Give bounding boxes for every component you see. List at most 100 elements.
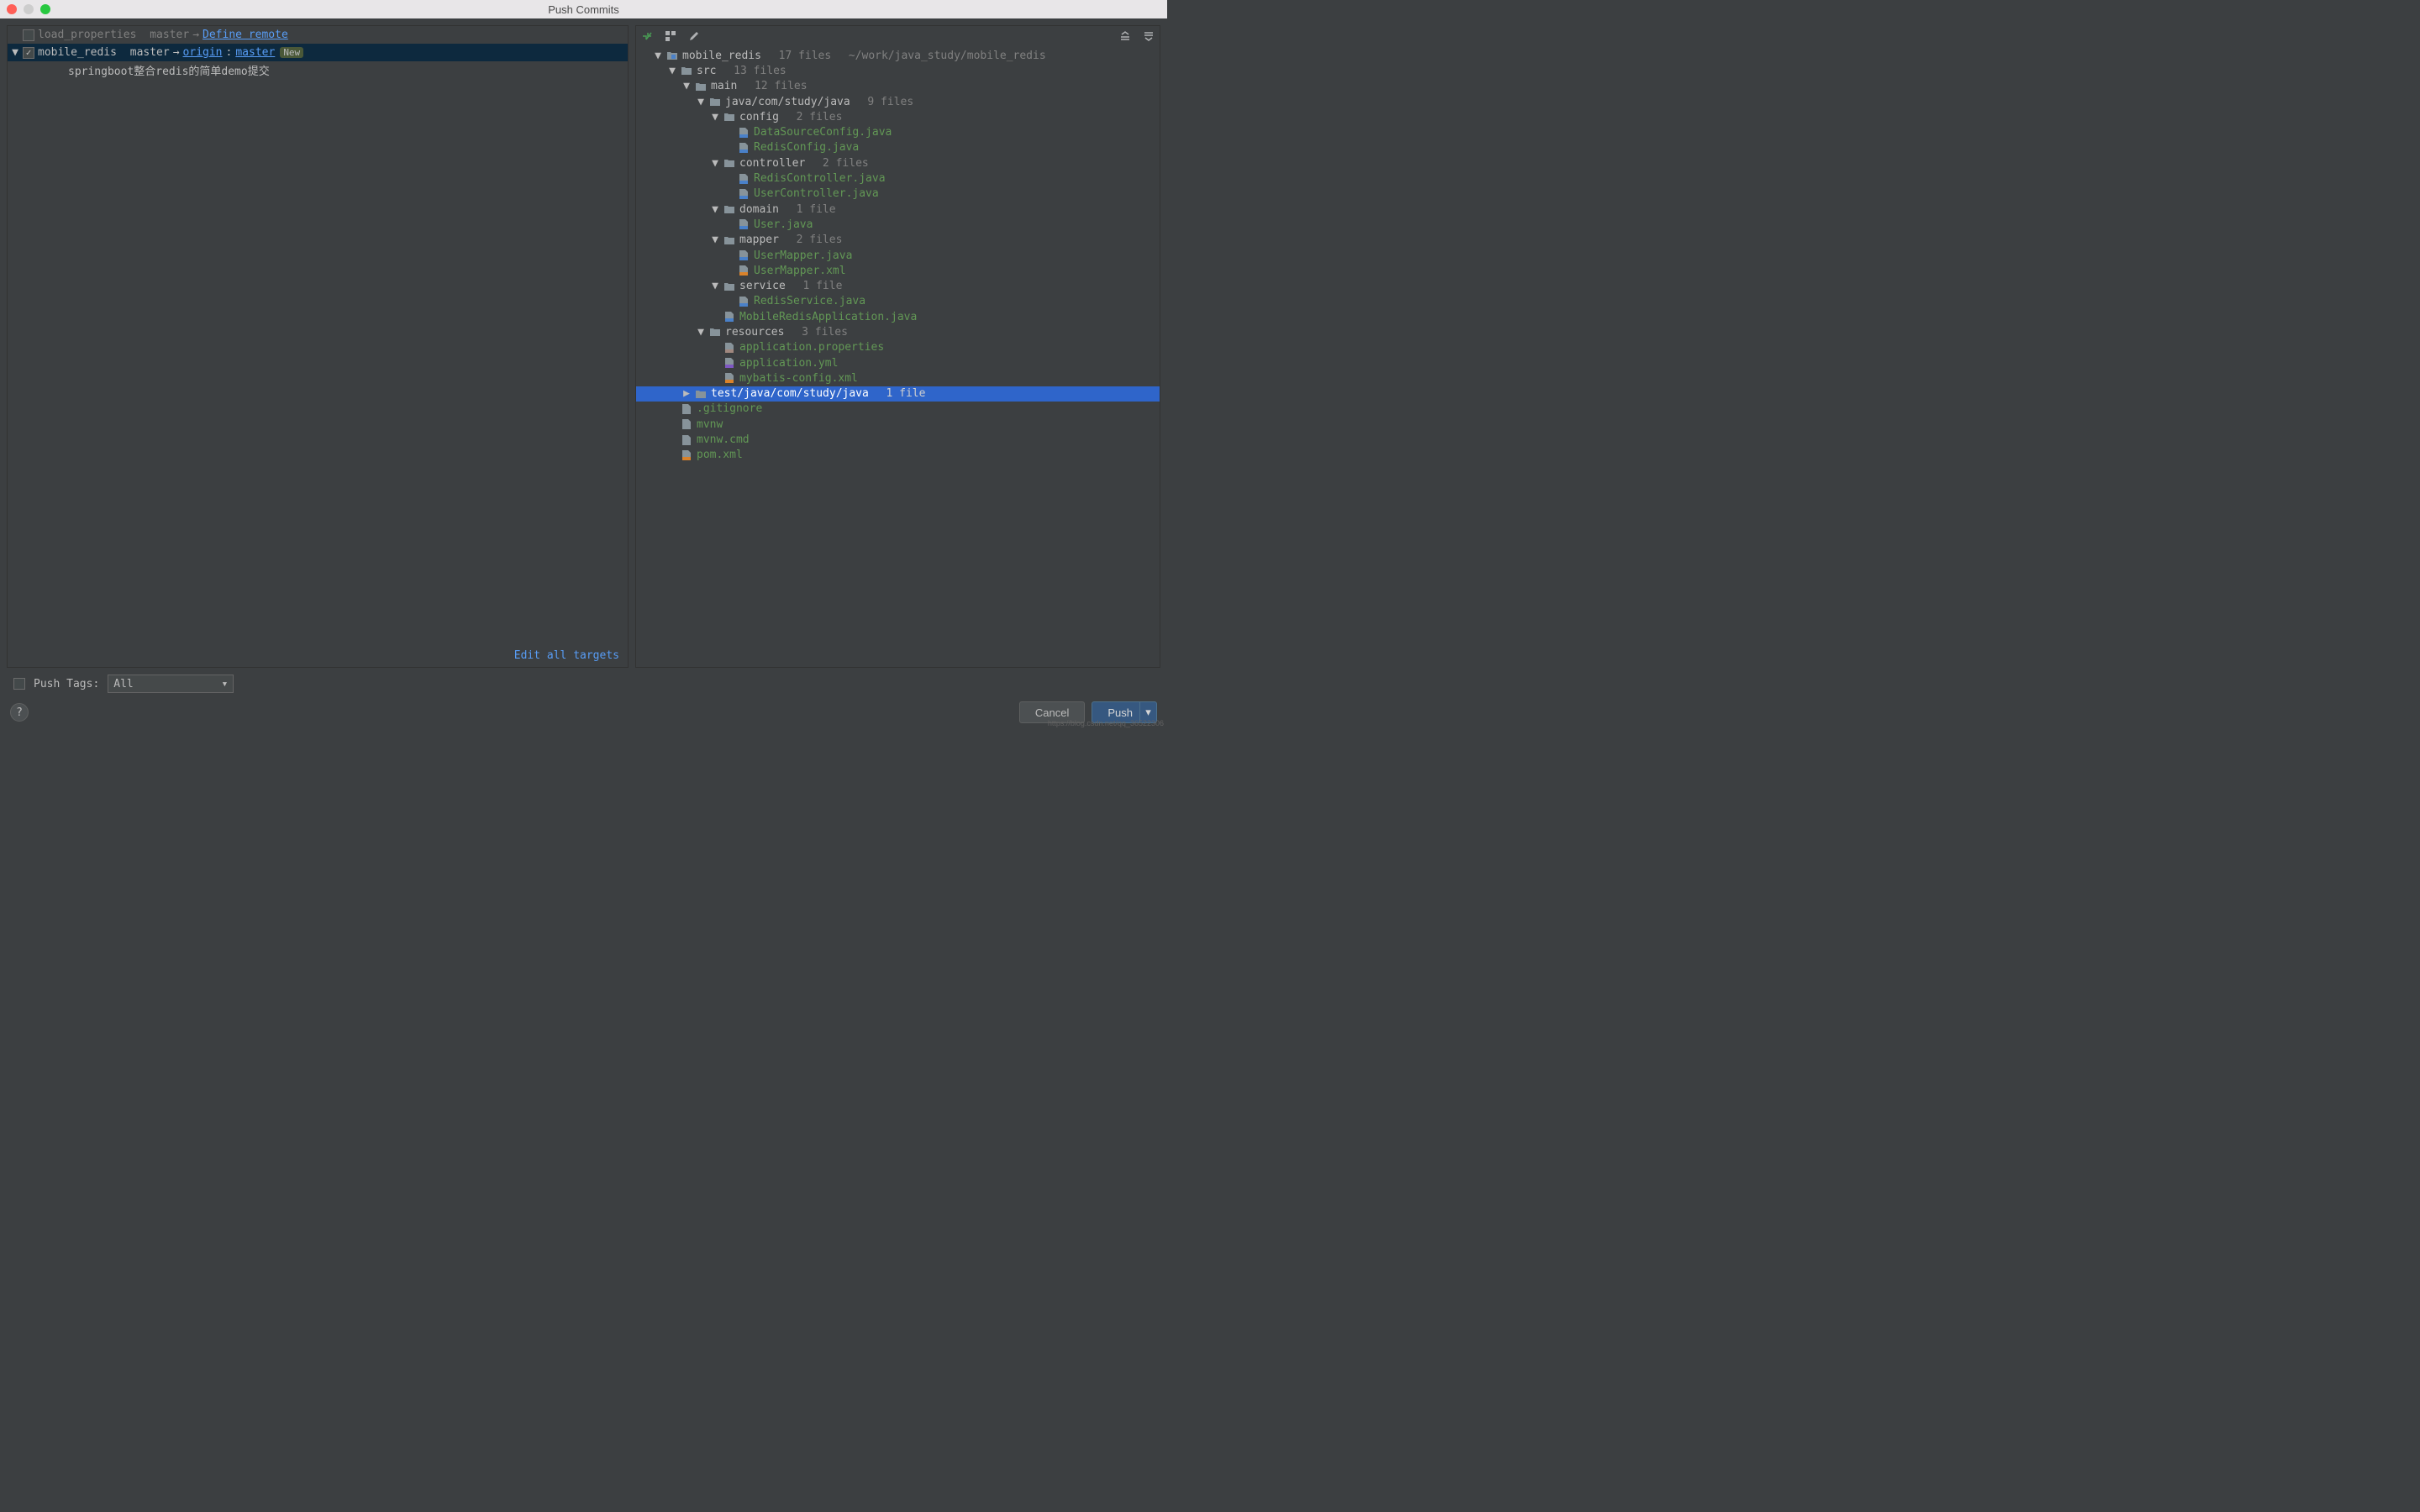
expand-icon[interactable]: ▶ — [682, 390, 691, 398]
expand-all-icon[interactable] — [1118, 29, 1133, 44]
module-checkbox[interactable] — [23, 29, 34, 41]
tree-row[interactable]: ▼service 1 file — [636, 278, 1160, 293]
collapse-icon[interactable]: ▼ — [697, 328, 705, 336]
collapse-icon[interactable]: ▼ — [654, 51, 662, 60]
tree-row[interactable]: User.java — [636, 217, 1160, 232]
node-count: 13 files — [720, 65, 786, 77]
folder-icon — [681, 66, 692, 76]
file-icon — [681, 404, 692, 414]
node-name: mybatis-config.xml — [739, 372, 858, 385]
node-count: 2 files — [783, 234, 842, 246]
node-name: RedisConfig.java — [754, 141, 859, 154]
folder-icon — [723, 204, 735, 214]
node-name: domain — [739, 203, 779, 216]
arrow-icon: → — [192, 29, 199, 41]
node-name: main — [711, 80, 737, 92]
minimize-window-button[interactable] — [24, 4, 34, 14]
edit-all-targets-link[interactable]: Edit all targets — [514, 649, 619, 662]
group-by-icon[interactable] — [663, 29, 678, 44]
file-icon — [738, 189, 750, 199]
tree-row-root[interactable]: ▼mobile_redis 17 files ~/work/java_study… — [636, 48, 1160, 63]
tree-row[interactable]: ▼main 12 files — [636, 79, 1160, 94]
node-name: config — [739, 111, 779, 123]
collapse-icon[interactable]: ▼ — [711, 159, 719, 167]
tree-row[interactable]: RedisConfig.java — [636, 140, 1160, 155]
node-name: DataSourceConfig.java — [754, 126, 892, 139]
expand-icon — [11, 31, 19, 39]
tree-row[interactable]: ▼config 2 files — [636, 109, 1160, 124]
tree-row[interactable]: mvnw — [636, 417, 1160, 432]
push-tags-combo[interactable]: All ▾ — [108, 675, 234, 693]
tree-row[interactable]: ▼ controller 2 files — [636, 155, 1160, 171]
collapse-icon[interactable]: ▼ — [11, 49, 19, 57]
tree-row[interactable]: mybatis-config.xml — [636, 370, 1160, 386]
node-count: 2 files — [809, 157, 868, 170]
tree-row[interactable]: ▶test/java/com/study/java 1 file — [636, 386, 1160, 402]
remote-name-link[interactable]: origin — [183, 46, 223, 59]
collapse-icon[interactable]: ▼ — [697, 97, 705, 106]
define-remote-link[interactable]: Define remote — [203, 29, 288, 41]
node-name: UserController.java — [754, 187, 879, 200]
tree-row[interactable]: UserMapper.java — [636, 248, 1160, 263]
tree-row[interactable]: ▼resources 3 files — [636, 324, 1160, 339]
close-window-button[interactable] — [7, 4, 17, 14]
changes-toolbar — [636, 26, 1160, 46]
arrow-icon: → — [173, 46, 180, 59]
module-icon — [666, 50, 678, 60]
collapse-all-icon[interactable] — [1141, 29, 1156, 44]
collapse-icon[interactable]: ▼ — [711, 205, 719, 213]
tree-row[interactable]: ▼ domain 1 file — [636, 202, 1160, 217]
titlebar: Push Commits — [0, 0, 1167, 18]
module-checkbox[interactable] — [23, 47, 34, 59]
node-name: pom.xml — [697, 449, 743, 461]
commit-message[interactable]: springboot整合redis的简单demo提交 — [8, 61, 628, 79]
file-icon — [738, 219, 750, 229]
tree-row[interactable]: mvnw.cmd — [636, 432, 1160, 447]
tree-row[interactable]: application.properties — [636, 340, 1160, 355]
collapse-icon[interactable]: ▼ — [682, 82, 691, 91]
node-name: RedisService.java — [754, 295, 865, 307]
zoom-window-button[interactable] — [40, 4, 50, 14]
tree-row[interactable]: pom.xml — [636, 448, 1160, 463]
tree-row[interactable]: ▼src 13 files — [636, 63, 1160, 78]
node-name: controller — [739, 157, 805, 170]
node-name: mapper — [739, 234, 779, 246]
tree-row[interactable]: .gitignore — [636, 402, 1160, 417]
collapse-icon[interactable]: ▼ — [711, 113, 719, 121]
tree-row[interactable]: UserController.java — [636, 186, 1160, 202]
remote-branch-link[interactable]: master — [235, 46, 275, 59]
left-footer: Edit all targets — [8, 644, 628, 667]
folder-icon — [695, 81, 707, 92]
tree-row[interactable]: UserMapper.xml — [636, 263, 1160, 278]
edit-icon[interactable] — [687, 29, 702, 44]
node-name: MobileRedisApplication.java — [739, 311, 917, 323]
new-badge: New — [280, 47, 303, 58]
folder-icon — [723, 235, 735, 245]
collapse-icon[interactable]: ▼ — [668, 66, 676, 75]
file-icon — [723, 373, 735, 383]
tree-row[interactable]: ▼java/com/study/java 9 files — [636, 94, 1160, 109]
module-row-load-properties[interactable]: load_properties master → Define remote — [8, 26, 628, 44]
node-count: 1 file — [873, 387, 926, 400]
collapse-icon[interactable]: ▼ — [711, 282, 719, 291]
node-name: resources — [725, 326, 784, 339]
tree-row[interactable]: MobileRedisApplication.java — [636, 309, 1160, 324]
push-tags-checkbox[interactable] — [13, 678, 25, 690]
help-button[interactable]: ? — [10, 703, 29, 722]
tree-row[interactable]: ▼ mapper 2 files — [636, 233, 1160, 248]
module-row-mobile-redis[interactable]: ▼ mobile_redis master → origin : master … — [8, 44, 628, 61]
window-controls — [0, 4, 50, 14]
main-split: load_properties master → Define remote ▼… — [0, 18, 1167, 668]
changes-panel: ▼mobile_redis 17 files ~/work/java_study… — [635, 25, 1160, 668]
diff-icon[interactable] — [639, 29, 655, 44]
window-title: Push Commits — [548, 3, 619, 16]
file-tree[interactable]: ▼mobile_redis 17 files ~/work/java_study… — [636, 46, 1160, 667]
file-icon — [723, 343, 735, 353]
tree-row[interactable]: application.yml — [636, 355, 1160, 370]
collapse-icon[interactable]: ▼ — [711, 236, 719, 244]
tree-row[interactable]: RedisController.java — [636, 171, 1160, 186]
tree-row[interactable]: DataSourceConfig.java — [636, 124, 1160, 139]
tree-row[interactable]: RedisService.java — [636, 294, 1160, 309]
node-count: 1 file — [783, 203, 836, 216]
node-name: mobile_redis — [682, 50, 761, 62]
